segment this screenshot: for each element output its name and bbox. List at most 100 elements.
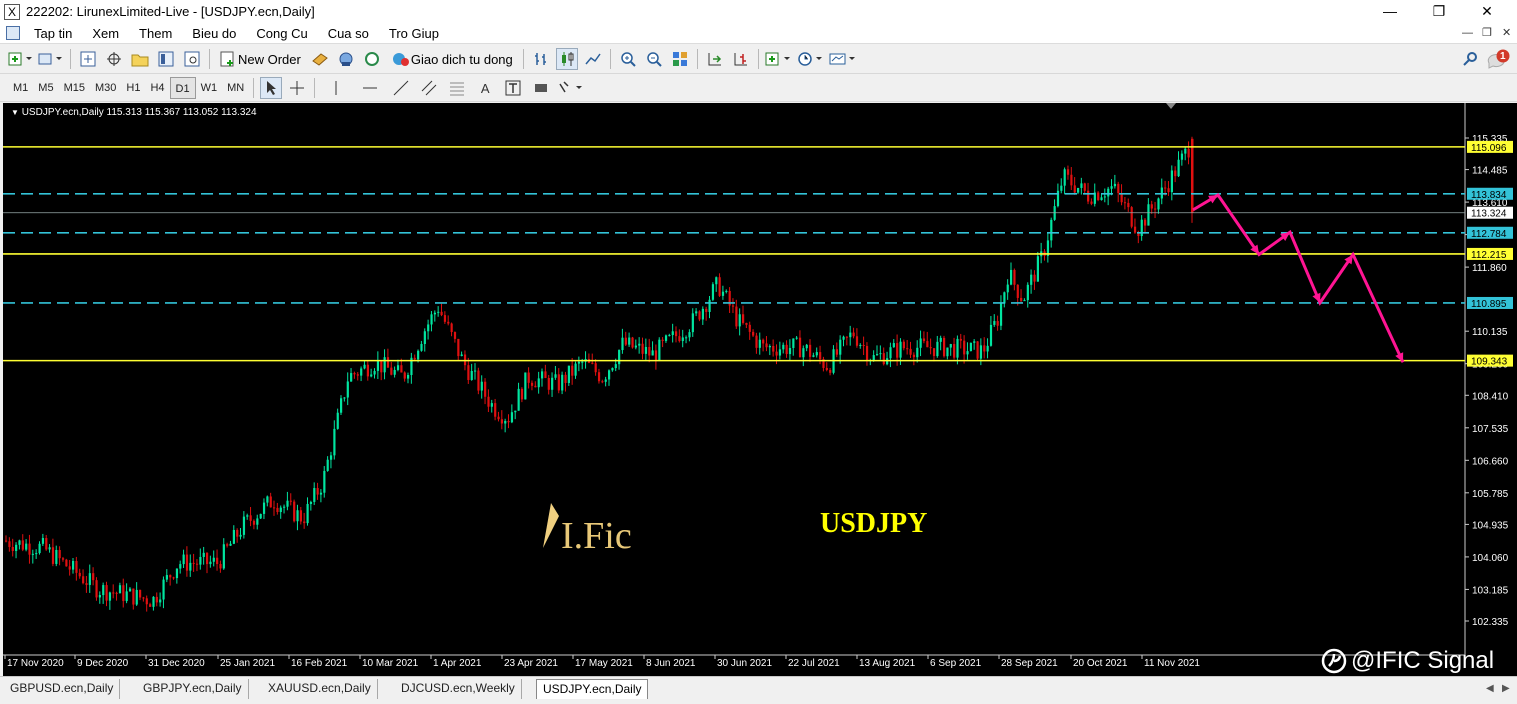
chart-tab[interactable]: DJCUSD.ecn,Weekly xyxy=(395,679,522,699)
toolbar-separator xyxy=(696,49,698,69)
candle-body xyxy=(125,591,128,602)
chart-tab[interactable]: GBPJPY.ecn,Daily xyxy=(137,679,249,699)
dashed-level-label: 110.895 xyxy=(1471,299,1507,310)
chart-shift-icon[interactable] xyxy=(704,48,726,70)
timeframe-mn[interactable]: MN xyxy=(222,77,249,99)
periods-button[interactable] xyxy=(797,48,825,70)
menu-view[interactable]: Xem xyxy=(92,26,119,41)
navigator-icon[interactable] xyxy=(155,48,177,70)
crosshair-icon[interactable] xyxy=(103,48,125,70)
candle-body xyxy=(644,346,648,354)
text-label-icon[interactable] xyxy=(501,77,525,99)
candlestick-icon[interactable] xyxy=(555,48,578,70)
candle-body xyxy=(11,546,14,551)
trendline-icon[interactable] xyxy=(389,77,413,99)
line-chart-icon[interactable] xyxy=(582,48,604,70)
maximize-button[interactable]: ❐ xyxy=(1416,0,1462,23)
timeframe-w1[interactable]: W1 xyxy=(196,77,223,99)
support-line-label: 109.343 xyxy=(1471,357,1508,368)
document-icon[interactable] xyxy=(6,26,20,40)
profiles-button[interactable] xyxy=(38,48,64,70)
fibonacci-icon[interactable] xyxy=(445,77,469,99)
candle-body xyxy=(457,338,460,357)
zoom-in-icon[interactable] xyxy=(617,48,639,70)
text-tool-icon[interactable]: A xyxy=(473,77,497,99)
market-watch-icon[interactable] xyxy=(77,48,99,70)
candle-body xyxy=(1010,269,1013,285)
timeframe-m30[interactable]: M30 xyxy=(90,77,121,99)
candle-body xyxy=(252,520,256,525)
chart-tab[interactable]: USDJPY.ecn,Daily xyxy=(536,679,649,699)
chart-header: ▼ USDJPY.ecn,Daily 115.313 115.367 113.0… xyxy=(11,107,257,118)
templates-button[interactable] xyxy=(829,48,857,70)
candle-body xyxy=(189,562,192,571)
chart-tab[interactable]: GBPUSD.ecn,Daily xyxy=(4,679,121,699)
search-icon[interactable] xyxy=(1459,48,1481,70)
mdi-restore-button[interactable]: ❐ xyxy=(1482,26,1492,39)
candle-body xyxy=(1154,208,1157,210)
tester-icon[interactable] xyxy=(181,48,203,70)
minimize-button[interactable]: — xyxy=(1367,0,1413,23)
notifications-icon[interactable]: 1 xyxy=(1487,48,1511,70)
menu-window[interactable]: Cua so xyxy=(328,26,369,41)
menu-help[interactable]: Tro Giup xyxy=(389,26,439,41)
rectangle-icon[interactable] xyxy=(529,77,553,99)
autoscroll-icon[interactable] xyxy=(730,48,752,70)
zoom-out-icon[interactable] xyxy=(643,48,665,70)
chart-tab[interactable]: XAUUSD.ecn,Daily xyxy=(262,679,378,699)
timeframe-h4[interactable]: H4 xyxy=(145,77,169,99)
menu-charts[interactable]: Bieu do xyxy=(192,26,236,41)
equidistant-channel-icon[interactable] xyxy=(417,77,441,99)
candle-body xyxy=(450,323,453,333)
candle-body xyxy=(356,374,359,376)
timeframe-m15[interactable]: M15 xyxy=(59,77,90,99)
timeframe-m1[interactable]: M1 xyxy=(8,77,33,99)
signals-icon[interactable] xyxy=(335,48,357,70)
timeframe-d1[interactable]: D1 xyxy=(169,77,196,99)
candle-body xyxy=(165,575,168,580)
candle-body xyxy=(182,554,185,565)
crosshair-tool-icon[interactable] xyxy=(286,77,308,99)
candle-body xyxy=(946,347,949,357)
candle-body xyxy=(142,597,145,599)
candle-body xyxy=(839,339,842,355)
menu-insert[interactable]: Them xyxy=(139,26,172,41)
timeframe-m5[interactable]: M5 xyxy=(33,77,58,99)
timeframe-h1[interactable]: H1 xyxy=(121,77,145,99)
auto-trading-button[interactable]: Giao dich tu dong xyxy=(387,48,517,70)
candle-body xyxy=(581,361,584,363)
indicators-button[interactable] xyxy=(765,48,793,70)
candle-body xyxy=(400,365,403,373)
candle-body xyxy=(879,353,882,355)
price-chart[interactable]: 115.335114.485113.610112.735111.860110.1… xyxy=(3,103,1517,676)
horizontal-line-icon[interactable] xyxy=(355,77,385,99)
arrows-menu-icon[interactable] xyxy=(557,77,587,99)
candle-body xyxy=(346,381,349,398)
market-icon[interactable] xyxy=(361,48,383,70)
candle-body xyxy=(1073,185,1076,193)
vertical-line-icon[interactable] xyxy=(321,77,351,99)
menu-tools[interactable]: Cong Cu xyxy=(256,26,307,41)
folder-icon[interactable] xyxy=(129,48,151,70)
bar-chart-icon[interactable] xyxy=(530,48,552,70)
menu-file[interactable]: Tap tin xyxy=(34,26,72,41)
tile-windows-icon[interactable] xyxy=(669,48,691,70)
tab-scroll-left-icon[interactable]: ◀ xyxy=(1486,683,1494,694)
new-order-button[interactable]: New Order xyxy=(216,48,305,70)
candle-body xyxy=(1090,201,1093,204)
candle-body xyxy=(427,324,430,332)
candle-body xyxy=(1110,186,1113,189)
candle-body xyxy=(1157,198,1160,210)
candle-body xyxy=(61,558,65,560)
mdi-close-button[interactable]: ✕ xyxy=(1502,26,1511,39)
candle-body xyxy=(618,350,621,365)
mdi-minimize-button[interactable]: — xyxy=(1462,27,1473,39)
metaeditor-icon[interactable] xyxy=(309,48,331,70)
chart-canvas[interactable]: 115.335114.485113.610112.735111.860110.1… xyxy=(3,103,1517,676)
close-button[interactable]: ✕ xyxy=(1464,0,1510,23)
new-chart-button[interactable] xyxy=(8,48,34,70)
candle-body xyxy=(738,314,741,327)
tab-scroll-right-icon[interactable]: ▶ xyxy=(1502,683,1510,694)
cursor-icon[interactable] xyxy=(260,77,283,99)
date-tick-label: 28 Sep 2021 xyxy=(1001,658,1058,669)
